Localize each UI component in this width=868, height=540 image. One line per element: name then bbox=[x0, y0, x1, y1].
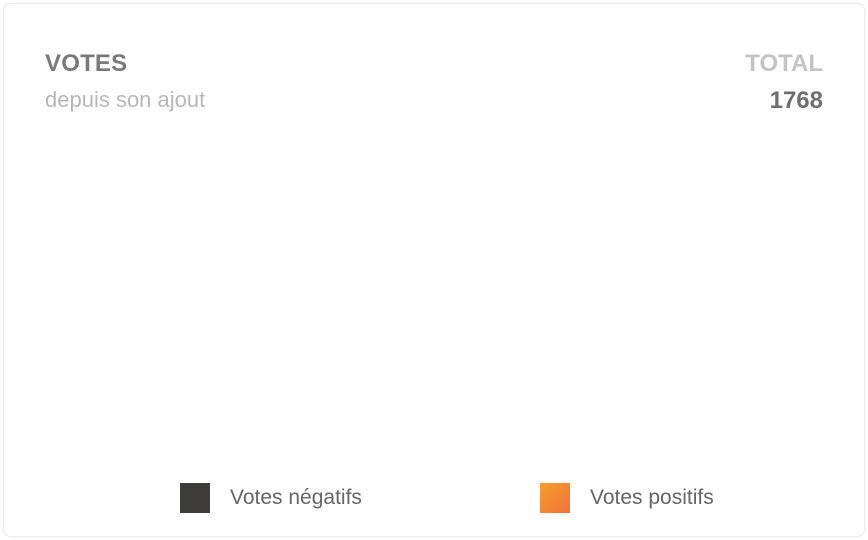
total-label: TOTAL bbox=[745, 50, 823, 77]
chart-area bbox=[45, 134, 825, 464]
legend-swatch-positive bbox=[540, 483, 570, 513]
votes-card: VOTES depuis son ajout TOTAL 1768 bbox=[3, 3, 865, 537]
total-value: 1768 bbox=[769, 87, 823, 114]
legend-label-negative: Votes négatifs bbox=[230, 486, 362, 509]
legend-swatch-negative bbox=[180, 483, 210, 513]
card-subtitle: depuis son ajout bbox=[45, 87, 206, 112]
legend-item-positive-votes[interactable]: Votes positifs bbox=[540, 482, 714, 514]
legend-label-positive: Votes positifs bbox=[590, 486, 714, 509]
card-title: VOTES bbox=[45, 50, 128, 77]
legend-item-negative-votes[interactable]: Votes négatifs bbox=[180, 482, 362, 514]
